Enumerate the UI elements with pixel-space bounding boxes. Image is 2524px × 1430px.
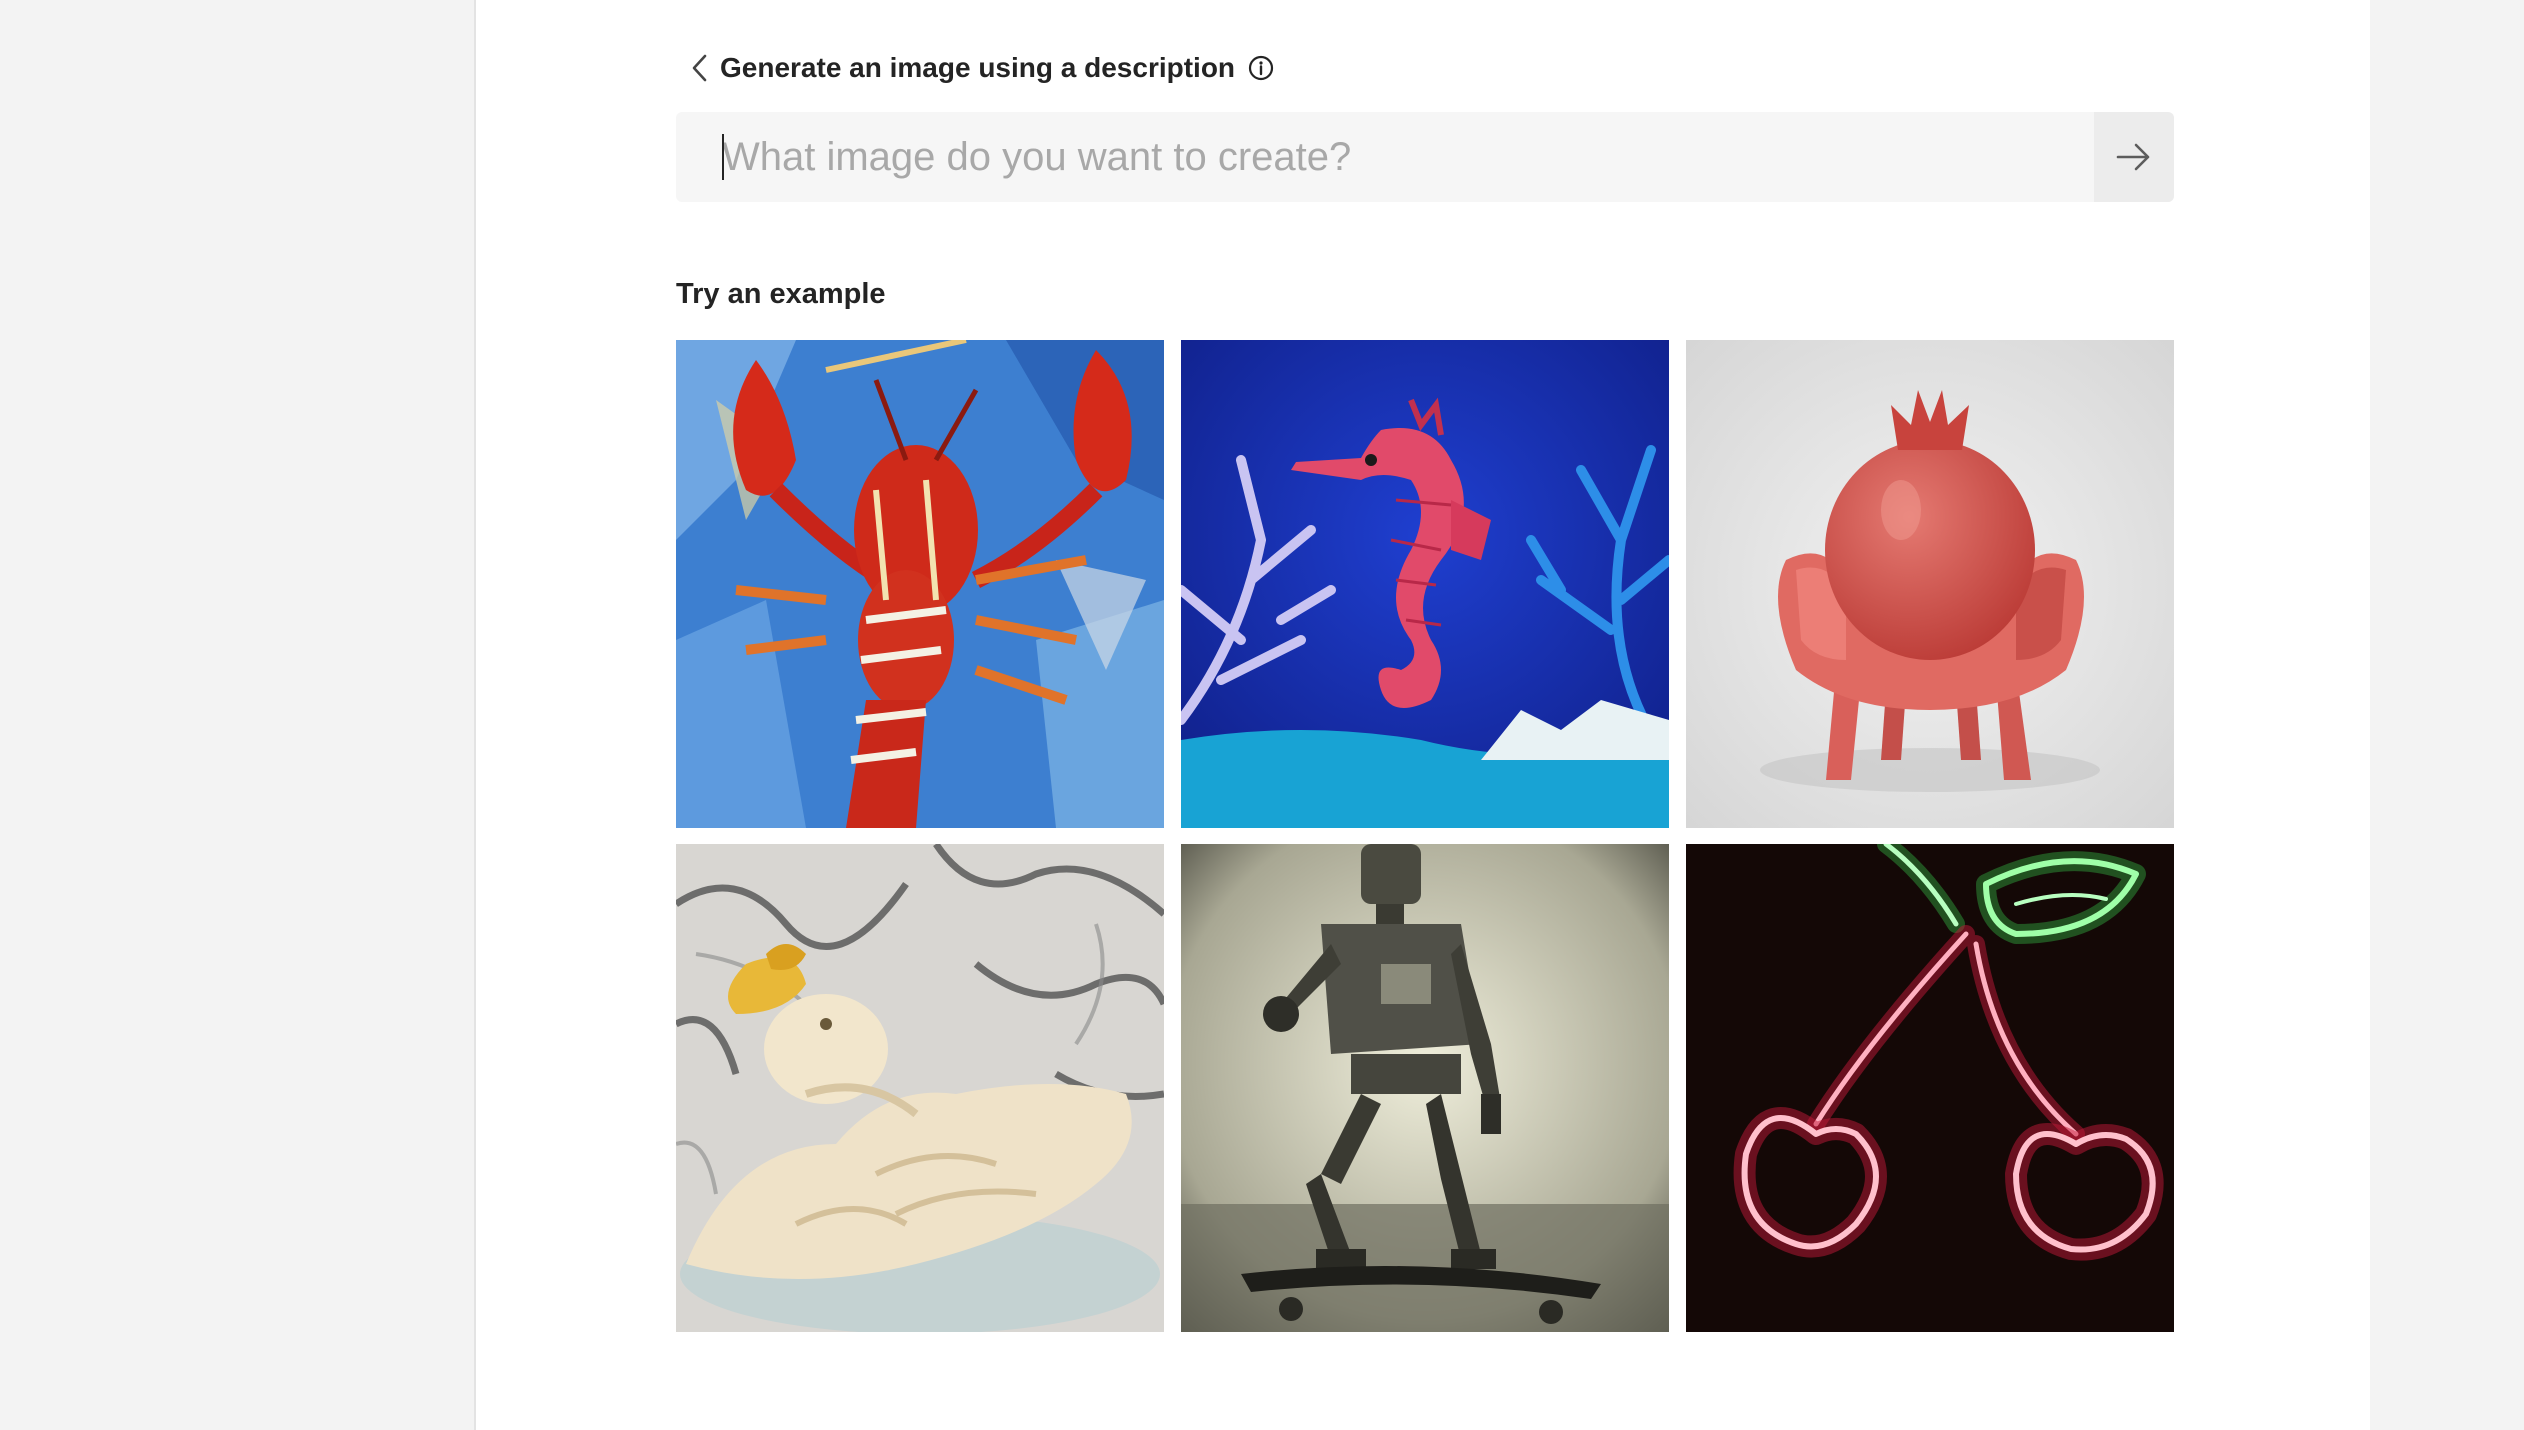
marble-duck-image: [676, 844, 1164, 1332]
arrow-right-icon: [2116, 143, 2150, 171]
example-image-duck[interactable]: [676, 844, 1164, 1332]
back-button[interactable]: [682, 46, 718, 90]
info-button[interactable]: [1247, 54, 1275, 82]
pomegranate-chair-image: [1686, 340, 2174, 828]
text-caret: [722, 134, 724, 180]
main-panel: Generate an image using a description Tr…: [474, 0, 2370, 1430]
example-image-cherries[interactable]: [1686, 844, 2174, 1332]
neon-cherries-image: [1686, 844, 2174, 1332]
paper-seahorse-image: [1181, 340, 1669, 828]
page-header: Generate an image using a description: [682, 46, 1275, 90]
submit-button[interactable]: [2094, 112, 2174, 202]
lobster-painting-image: [676, 340, 1164, 828]
info-icon: [1248, 55, 1274, 81]
example-image-robot[interactable]: [1181, 844, 1669, 1332]
prompt-box: [676, 112, 2174, 202]
example-image-lobster[interactable]: [676, 340, 1164, 828]
examples-title: Try an example: [676, 278, 886, 310]
prompt-input[interactable]: [676, 112, 2094, 202]
examples-grid: [676, 340, 2174, 1332]
page-title: Generate an image using a description: [720, 52, 1236, 83]
example-image-pomegranate-chair[interactable]: [1686, 340, 2174, 828]
chevron-left-icon: [692, 54, 707, 82]
example-image-seahorse[interactable]: [1181, 340, 1669, 828]
robot-skateboard-image: [1181, 844, 1669, 1332]
